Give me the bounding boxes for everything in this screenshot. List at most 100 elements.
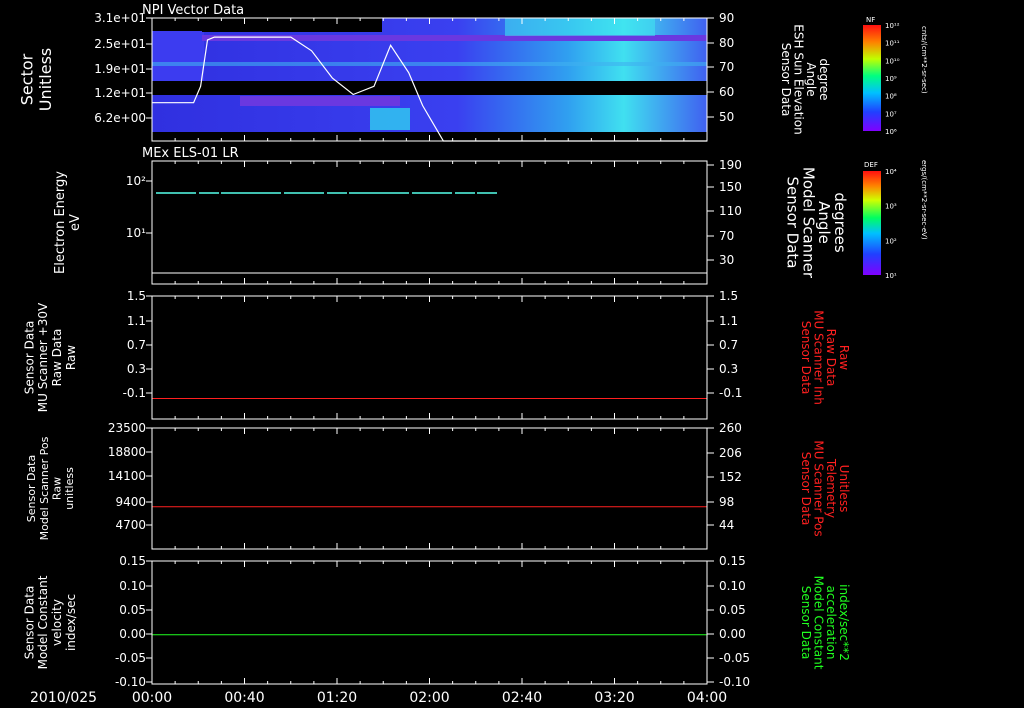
left-tick-label: -0.05 <box>115 651 146 665</box>
left-ticks-constant: 0.15 0.10 0.05 0.00 -0.05 -0.10 <box>115 554 152 689</box>
colorbar-tick-label: 10⁴ <box>885 168 897 176</box>
right-tick-label: -0.05 <box>719 651 750 665</box>
right-axis-label-line: Unitless <box>837 465 851 513</box>
left-axis-label-line: Sensor Data <box>22 586 36 660</box>
panel-mu-raw: 1.5 1.1 0.7 0.3 -0.1 1.5 1.1 0.7 0.3 -0.1 <box>123 289 742 420</box>
time-tick-label: 00:00 <box>132 690 172 706</box>
right-tick-label: 1.1 <box>719 314 738 328</box>
panel-title-npi: NPI Vector Data <box>142 3 244 18</box>
left-tick-label: -0.1 <box>123 386 146 400</box>
left-tick-label: 18800 <box>108 445 146 459</box>
right-tick-label: 190 <box>719 158 742 172</box>
colorbar-els-top-label: DEF <box>864 161 878 169</box>
date-label: 2010/025 <box>30 690 97 706</box>
left-axis-label-line: Model Scanner Pos <box>38 436 51 540</box>
colorbar-npi-ticks: 10¹² 10¹¹ 10¹⁰ 10⁹ 10⁸ 10⁷ 10⁶ <box>885 22 900 136</box>
left-ticks-els: 10² 10¹ <box>126 174 152 240</box>
left-tick-label: 0.00 <box>119 627 146 641</box>
right-axis-label-line: Angle <box>804 62 818 96</box>
colorbar-npi: NF 10¹² 10¹¹ 10¹⁰ 10⁹ 10⁸ 10⁷ 10⁶ cnts/(cm**2-… <box>863 16 928 136</box>
left-axis-label-line: Unitless <box>36 48 55 112</box>
right-tick-label: 90 <box>719 11 734 25</box>
left-tick-label: 10² <box>126 174 146 188</box>
colorbar-npi-unit: cnts/(cm**2-sr-sec) <box>920 26 928 94</box>
panel-scanner-pos: 23500 18800 14100 9400 4700 260 206 152 98 44 <box>108 421 742 550</box>
right-tick-label: 1.5 <box>719 289 738 303</box>
left-axis-label-line: MU Scanner +30V <box>36 302 50 412</box>
right-tick-label: 44 <box>719 518 734 532</box>
left-tick-label: 4700 <box>115 518 146 532</box>
left-ticks-npi: 3.1e+01 2.5e+01 1.9e+01 1.2e+01 6.2e+00 <box>94 11 152 125</box>
right-ticks-mu-raw: 1.5 1.1 0.7 0.3 -0.1 <box>707 289 742 400</box>
plot-canvas: NPI Vector Data 3.1e+01 2.5e+01 1.9e+01 1.2… <box>17 3 928 706</box>
left-axis-label-line: Model Constant <box>36 575 50 669</box>
colorbar-tick-label: 10¹⁰ <box>885 57 900 65</box>
colorbar-tick-label: 10² <box>885 237 897 245</box>
time-tick-label: 02:40 <box>502 690 542 706</box>
colorbar-els-ticks: 10⁴ 10³ 10² 10¹ <box>885 168 897 280</box>
right-tick-label: 30 <box>719 253 734 267</box>
right-tick-label: 98 <box>719 495 734 509</box>
left-ticks-mu-raw: 1.5 1.1 0.7 0.3 -0.1 <box>123 289 152 400</box>
left-tick-label: 1.1 <box>127 314 146 328</box>
colorbar-npi-top-label: NF <box>866 16 875 24</box>
right-tick-label: 80 <box>719 36 734 50</box>
left-tick-label: 0.10 <box>119 579 146 593</box>
right-tick-label: 0.15 <box>719 554 746 568</box>
right-axis-label-line: Sensor Data <box>799 321 813 395</box>
left-tick-label: 23500 <box>108 421 146 435</box>
colorbar-els-bar <box>863 171 881 275</box>
left-axis-label-line: Sensor Data <box>22 321 36 395</box>
right-tick-label: 0.00 <box>719 627 746 641</box>
right-tick-label: -0.1 <box>719 386 742 400</box>
colorbar-npi-bar <box>863 25 881 131</box>
right-tick-label: 152 <box>719 470 742 484</box>
panel-constant: 0.150.100.050.00-0.05-0.10 0.150.100.050… <box>115 554 750 689</box>
left-axis-label-line: Raw <box>51 477 64 500</box>
left-tick-label: 0.7 <box>127 338 146 352</box>
right-axis-label-line: Sensor Data <box>799 586 813 660</box>
right-axis-label-line: Model Scanner <box>799 167 817 279</box>
colorbar-els-unit: ergs/(cm**2-sr-sec-eV) <box>920 160 928 240</box>
colorbar-tick-label: 10¹² <box>885 22 900 30</box>
right-tick-label: 50 <box>719 110 734 124</box>
right-tick-label: -0.10 <box>719 675 750 689</box>
panel-title-els: MEx ELS-01 LR <box>142 146 239 161</box>
left-axis-label-line: Raw <box>64 345 78 370</box>
colorbar-tick-label: 10⁸ <box>885 93 897 101</box>
right-tick-label: 150 <box>719 180 742 194</box>
time-tick-label: 03:20 <box>594 690 634 706</box>
right-tick-label: 70 <box>719 60 734 74</box>
spectrogram-npi-black-gap-1 <box>152 18 202 31</box>
right-ticks-npi: 90 80 70 60 50 <box>707 11 734 124</box>
time-ticks-scanner-pos <box>151 428 708 549</box>
left-tick-label: 0.15 <box>119 554 146 568</box>
panel-frame-constant <box>151 560 708 685</box>
colorbar-tick-label: 10¹¹ <box>885 40 900 48</box>
right-tick-label: 0.10 <box>719 579 746 593</box>
right-ticks-scanner-pos: 260 206 152 98 44 <box>707 421 742 532</box>
left-tick-label: 9400 <box>115 495 146 509</box>
colorbar-els: DEF 10⁴ 10³ 10² 10¹ ergs/(cm**2-sr-sec-eV) <box>863 160 928 280</box>
panel-npi: NPI Vector Data 3.1e+01 2.5e+01 1.9e+01 1.2… <box>94 3 734 142</box>
panel-frame-scanner-pos <box>151 427 708 550</box>
panel-frame-mu-raw <box>151 295 708 420</box>
spectrogram-npi-black-gap-3 <box>202 18 382 32</box>
time-tick-label: 01:20 <box>317 690 357 706</box>
left-axis-label-line: Electron Energy <box>53 171 68 274</box>
spectrogram-npi-band-cyan-right <box>505 18 655 36</box>
time-ticks-els <box>151 161 708 284</box>
right-tick-label: 0.05 <box>719 603 746 617</box>
time-tick-label: 00:40 <box>224 690 264 706</box>
colorbar-tick-label: 10¹ <box>885 272 897 280</box>
time-ticks-constant <box>151 561 708 684</box>
right-tick-label: 60 <box>719 85 734 99</box>
right-tick-label: 110 <box>719 204 742 218</box>
right-tick-label: 0.3 <box>719 362 738 376</box>
colorbar-tick-label: 10⁶ <box>885 128 897 136</box>
colorbar-tick-label: 10⁹ <box>885 75 897 83</box>
left-axis-label-line: Raw Data <box>50 329 64 387</box>
right-axis-label-line: Angle <box>815 201 833 244</box>
left-axis-label-line: velocity <box>50 599 64 646</box>
right-tick-label: 70 <box>719 229 734 243</box>
